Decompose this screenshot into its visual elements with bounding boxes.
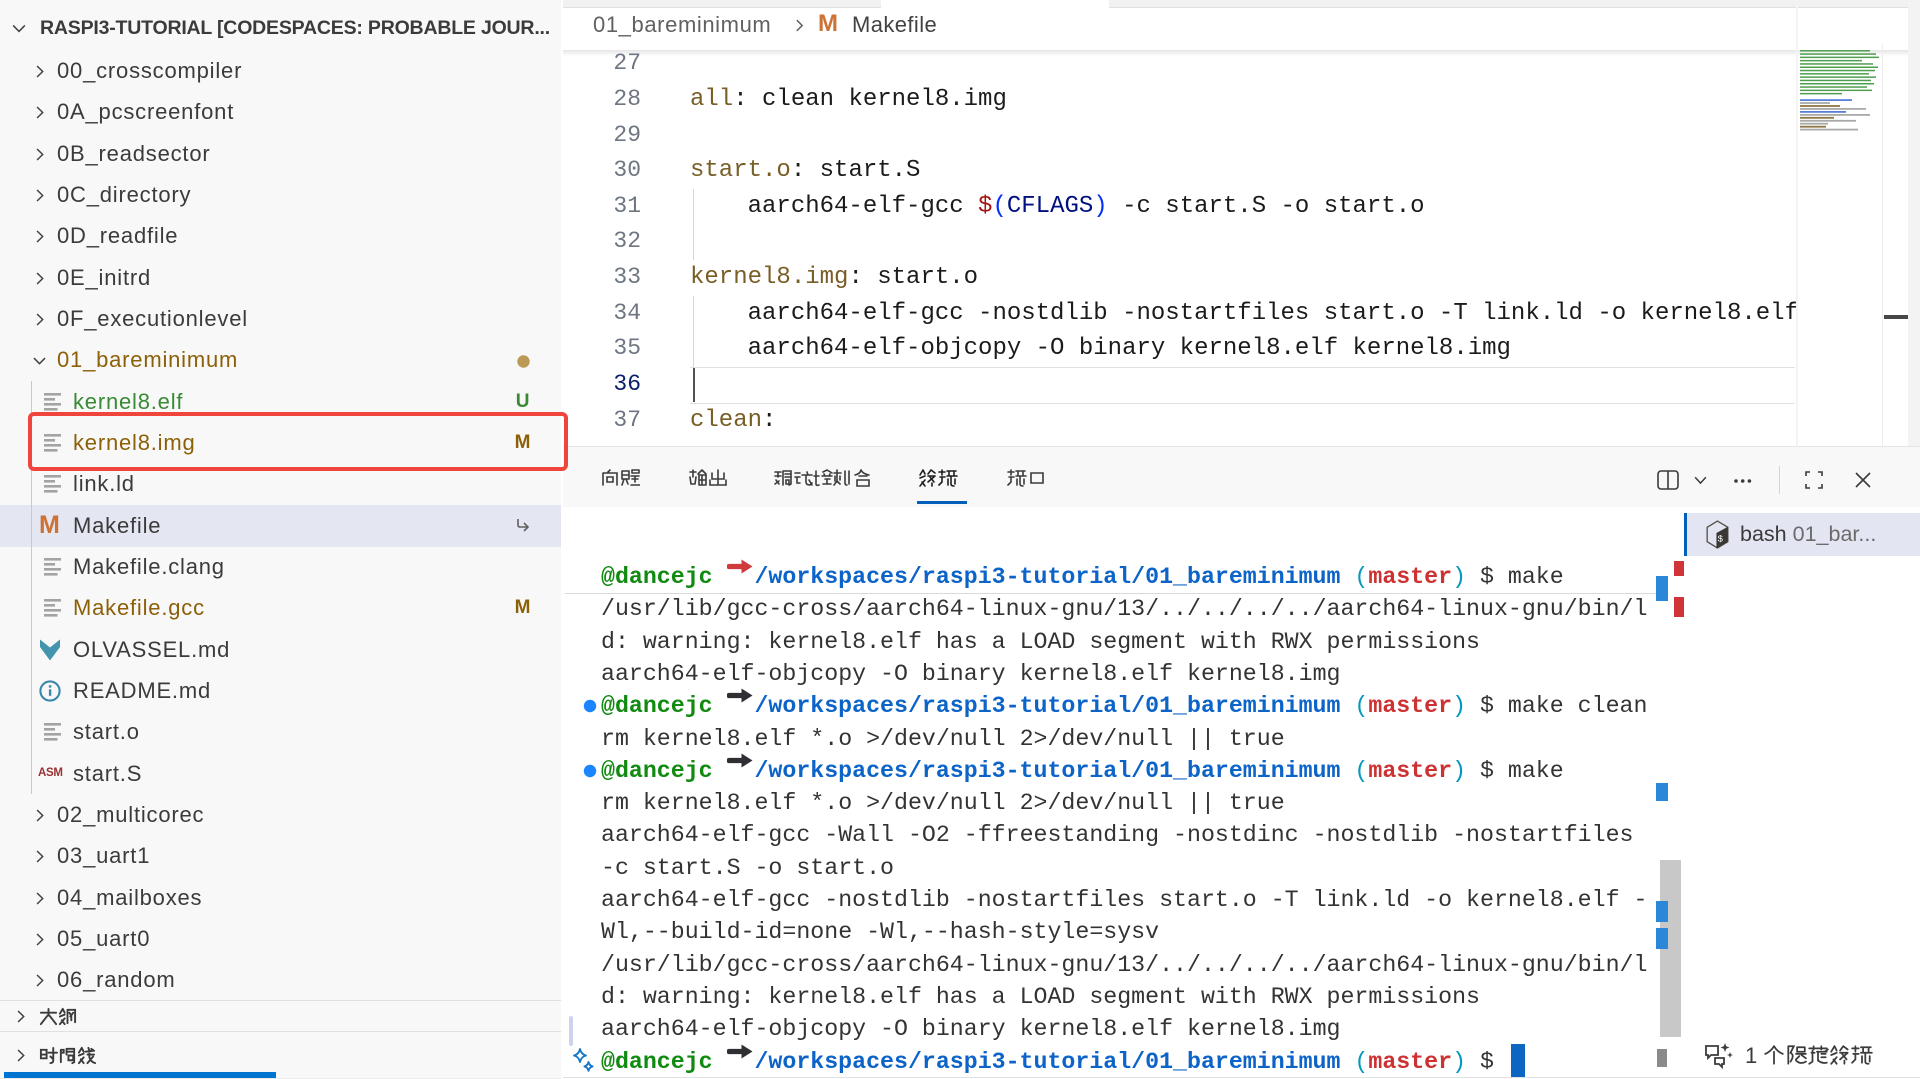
svg-text:$: $ — [1718, 534, 1724, 545]
